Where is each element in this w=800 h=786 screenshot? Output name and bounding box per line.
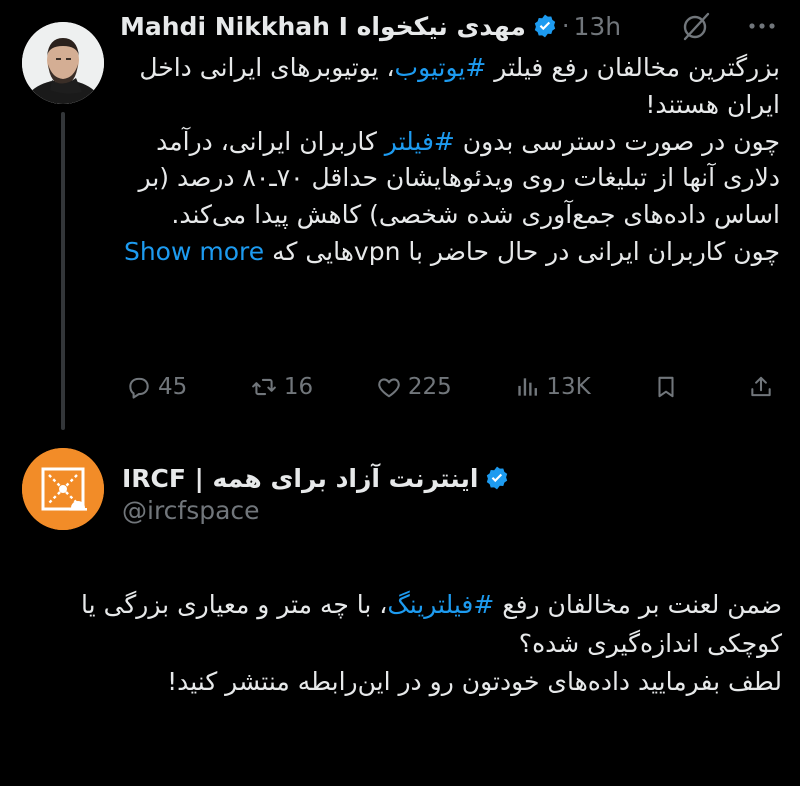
views-count: 13K bbox=[546, 374, 591, 400]
views-button[interactable]: 13K bbox=[514, 374, 591, 400]
hashtag-link[interactable]: #فیلتر bbox=[385, 127, 455, 156]
like-count: 225 bbox=[407, 374, 452, 400]
bookmark-button[interactable] bbox=[653, 374, 685, 400]
retweet-button[interactable]: 16 bbox=[250, 374, 313, 400]
author-handle[interactable]: @ircfspace bbox=[122, 496, 260, 525]
tweet-text-segment: چون در صورت دسترسی بدون bbox=[454, 126, 780, 156]
thread-connector-line bbox=[61, 112, 65, 430]
retweet-icon bbox=[252, 378, 276, 396]
reply-icon bbox=[129, 377, 149, 399]
tweet-text-segment: بزرگترین مخالفان رفع فیلتر bbox=[486, 53, 780, 82]
show-more-link[interactable]: Show more bbox=[124, 237, 264, 266]
views-icon bbox=[518, 378, 538, 396]
tweet-text-segment: لطف بفرمایید داده‌های خودتون رو در این‌ر… bbox=[167, 667, 782, 696]
header-separator: · bbox=[561, 12, 570, 40]
retweet-count: 16 bbox=[283, 374, 314, 400]
like-icon bbox=[378, 378, 400, 398]
bookmark-icon bbox=[658, 376, 674, 398]
reply-button[interactable]: 45 bbox=[126, 374, 187, 400]
reply-count: 45 bbox=[158, 374, 188, 400]
verified-badge-icon bbox=[487, 466, 508, 490]
author-avatar[interactable] bbox=[22, 22, 104, 104]
avatar-photo-icon bbox=[22, 22, 104, 104]
tweet-quote-reply[interactable]: IRCF | اینترنت آزاد برای همه @ircfspace … bbox=[0, 430, 800, 786]
more-icon[interactable] bbox=[746, 12, 778, 40]
tweet-text-segment: چون کاربران ایرانی در حال حاضر با vpnهای… bbox=[264, 236, 780, 266]
hashtag-link[interactable]: #یوتیوب bbox=[395, 53, 487, 82]
tweet-text-segment: ضمن لعنت بر مخالفان رفع bbox=[494, 590, 782, 619]
tweet-header: IRCF | اینترنت آزاد برای همه bbox=[122, 458, 782, 498]
author-name[interactable]: IRCF | اینترنت آزاد برای همه bbox=[122, 464, 478, 493]
hashtag-link[interactable]: #فیلترینگ bbox=[387, 590, 494, 619]
ircf-logo-icon bbox=[22, 448, 104, 530]
tweet-text: ضمن لعنت بر مخالفان رفع #فیلترینگ، با چه… bbox=[18, 586, 782, 702]
tweet-text: بزرگترین مخالفان رفع فیلتر #یوتیوب، یوتی… bbox=[120, 50, 780, 271]
grok-icon[interactable] bbox=[680, 10, 712, 42]
author-avatar[interactable] bbox=[22, 448, 104, 530]
tweet-action-bar: 45 16 225 13K bbox=[126, 368, 780, 406]
tweet-time[interactable]: 13h bbox=[573, 12, 621, 41]
author-name[interactable]: Mahdi Nikkhah I مهدی نیکخواه bbox=[120, 12, 526, 41]
share-icon bbox=[751, 376, 771, 397]
like-button[interactable]: 225 bbox=[376, 374, 452, 400]
share-button[interactable] bbox=[748, 374, 780, 400]
tweet-original[interactable]: Mahdi Nikkhah I مهدی نیکخواه · 13h بزرگت… bbox=[0, 0, 800, 430]
verified-badge-icon bbox=[534, 14, 556, 38]
